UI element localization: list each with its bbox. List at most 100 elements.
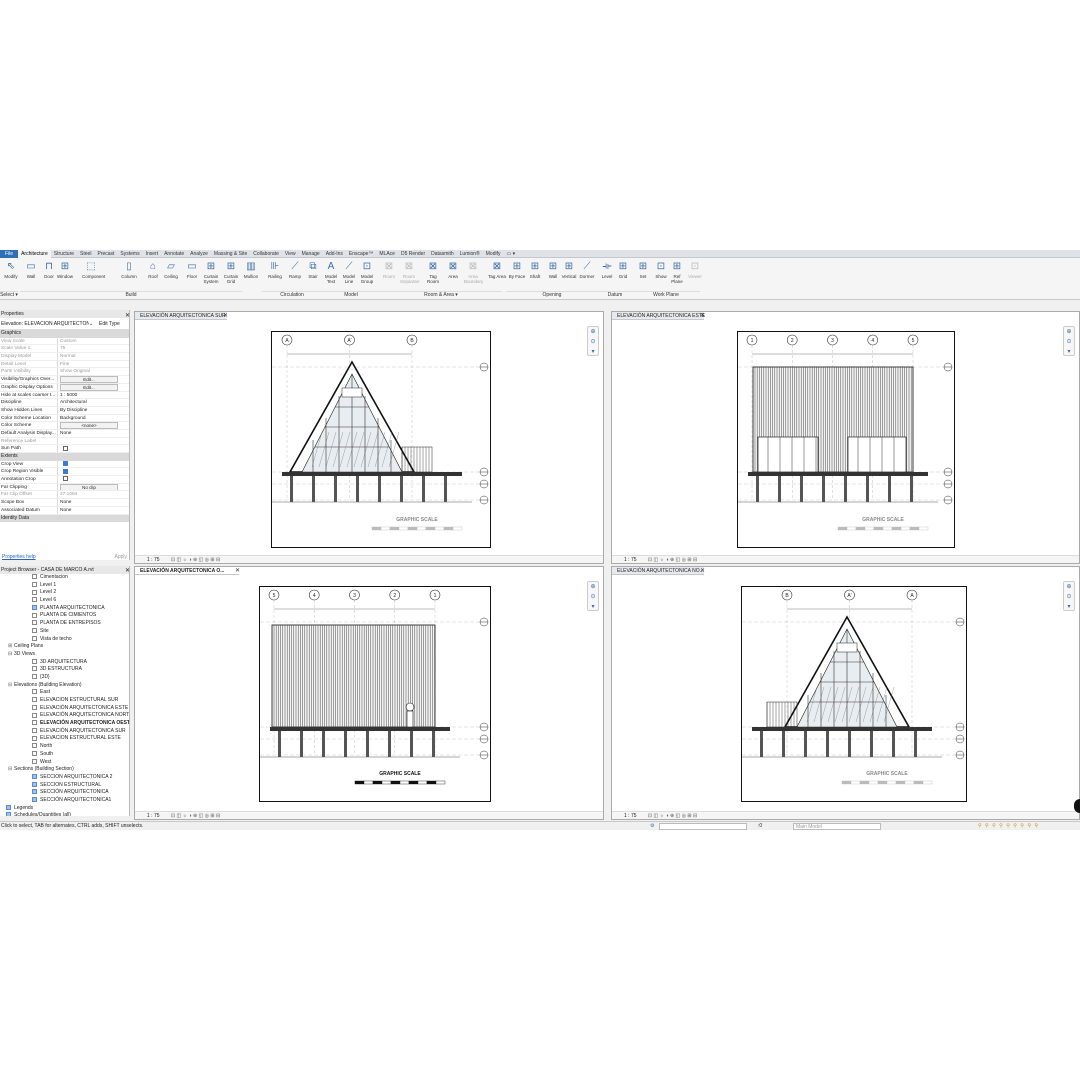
component-button[interactable]: ⬚ Component xyxy=(82,260,105,292)
property-button[interactable]: No clip xyxy=(60,483,118,491)
tab-collaborate[interactable]: Collaborate xyxy=(250,250,282,258)
property-row[interactable]: Scope Box None xyxy=(0,499,129,507)
section-identity-data[interactable]: Identity Data xyxy=(0,514,129,523)
tree-item[interactable]: 3D ARQUITECTURA xyxy=(0,659,129,667)
property-value[interactable]: None xyxy=(58,507,129,514)
property-value[interactable]: Show Original xyxy=(58,368,129,375)
tab-modify[interactable]: Modify xyxy=(483,250,504,258)
ref-plane-button[interactable]: ⊞ Ref Plane xyxy=(668,260,686,292)
close-icon[interactable]: ✕ xyxy=(700,312,705,320)
shaft-button[interactable]: ⊞ Shaft xyxy=(526,260,544,292)
tag-room-button[interactable]: ⊠ Tag Room xyxy=(424,260,442,292)
tree-item[interactable]: South xyxy=(0,751,129,759)
floating-button[interactable] xyxy=(1074,799,1080,813)
property-value[interactable] xyxy=(58,438,129,445)
property-value[interactable] xyxy=(58,476,129,483)
vertical-button[interactable]: ⊞ Vertical xyxy=(560,260,578,292)
navigation-bar[interactable]: ⊕ ⊙ ▾ xyxy=(587,581,599,611)
property-value[interactable]: 1 : 5000 xyxy=(58,392,129,399)
railing-button[interactable]: ⊪ Railing xyxy=(266,260,284,292)
property-row[interactable]: Sun Path xyxy=(0,445,129,453)
tree-item[interactable]: Site xyxy=(0,628,129,636)
view-control-icons[interactable]: ⊡ ◫ ☼ ◑ ⊕ ◱ ◎ ⊞ ⊟ xyxy=(647,557,697,563)
checkbox[interactable] xyxy=(63,460,68,466)
viewport-2[interactable]: ELEVACIÓN ARQUITECTONICA ESTE ✕ 1 : 75 ⊡ ◫… xyxy=(611,311,1080,564)
floor-button[interactable]: ▭ Floor xyxy=(183,260,201,292)
ceiling-button[interactable]: ▱ Ceiling xyxy=(162,260,180,292)
property-row[interactable]: Show Hidden Lines By Discipline xyxy=(0,406,129,415)
property-row[interactable]: Parts Visibility Show Original xyxy=(0,368,129,377)
model-group-button[interactable]: ⊡ Model Group xyxy=(358,260,376,292)
view-scale[interactable]: 1 : 75 xyxy=(147,557,160,563)
tree-item[interactable]: West xyxy=(0,759,129,767)
column-button[interactable]: ▯ Column xyxy=(120,260,138,292)
property-value[interactable]: <none> xyxy=(58,422,129,429)
tree-item[interactable]: East xyxy=(0,689,129,697)
curtain-grid-button[interactable]: ⊞ Curtain Grid xyxy=(222,260,240,292)
property-value[interactable] xyxy=(58,468,129,475)
tab-add-ins[interactable]: Add-Ins xyxy=(323,250,346,258)
tab-file[interactable]: File xyxy=(0,250,19,258)
tree-item[interactable]: North xyxy=(0,743,129,751)
property-row[interactable]: Reference Label xyxy=(0,437,129,446)
property-row[interactable]: Visibility/Graphics Over... Edit... xyxy=(0,376,129,384)
close-icon[interactable]: ✕ xyxy=(125,312,130,319)
tree-item[interactable]: 3D ESTRUCTURA xyxy=(0,666,129,674)
tab-massing-site[interactable]: Massing & Site xyxy=(211,250,250,258)
view-scale[interactable]: 1 : 75 xyxy=(624,813,637,819)
tree-item[interactable]: Cimentacion xyxy=(0,574,129,582)
room-separator-button[interactable]: ⊠ Room Separator xyxy=(400,260,420,292)
workset-field[interactable] xyxy=(659,823,747,830)
close-icon[interactable]: ✕ xyxy=(235,567,240,575)
area-boundary-button[interactable]: ⊠ Area Boundary xyxy=(464,260,483,292)
room-button[interactable]: ⊠ Room xyxy=(380,260,398,292)
chevron-down-icon[interactable]: ⌄ xyxy=(89,321,95,327)
property-row[interactable]: Color Scheme Location Background xyxy=(0,414,129,423)
view-scale[interactable]: 1 : 75 xyxy=(147,813,160,819)
section-extents[interactable]: Extents xyxy=(0,453,129,461)
property-row[interactable]: Crop Region Visible xyxy=(0,468,129,477)
property-value[interactable]: Custom xyxy=(58,338,129,345)
view-control-icons[interactable]: ⊡ ◫ ☼ ◑ ⊕ ◱ ◎ ⊞ ⊟ xyxy=(647,813,697,819)
tree-item[interactable]: Level 6 xyxy=(0,597,129,605)
tab-annotate[interactable]: Annotate xyxy=(161,250,187,258)
type-selector[interactable]: Elevation: ELEVACIÓN ARQUITECTONICA xyxy=(1,321,89,327)
property-row[interactable]: View Scale Custom xyxy=(0,337,129,346)
tree-item[interactable]: ELEVACIÓN ARQUITECTONICA SUR xyxy=(0,728,129,736)
navigation-bar[interactable]: ⊕ ⊙ ▾ xyxy=(587,326,599,356)
view-tab[interactable]: ELEVACIÓN ARQUITECTONICA ESTE xyxy=(612,312,705,320)
tab-datasmith[interactable]: Datasmith xyxy=(428,250,457,258)
viewport-4[interactable]: ELEVACIÓN ARQUITECTONICA NO... ✕ 1 : 75 ⊡ … xyxy=(611,566,1080,820)
tree-item[interactable]: ⊟ Elevations (Building Elevation) xyxy=(0,682,129,690)
property-row[interactable]: Annotation Crop xyxy=(0,476,129,484)
checkbox[interactable] xyxy=(63,468,68,474)
property-row[interactable]: Far Clip Offset 27.1084 xyxy=(0,491,129,500)
ramp-button[interactable]: ⟋ Ramp xyxy=(286,260,304,292)
tab-precast[interactable]: Precast xyxy=(94,250,117,258)
dormer-button[interactable]: ⟋ Dormer xyxy=(578,260,596,292)
section-graphics[interactable]: Graphics xyxy=(0,330,129,338)
tree-item[interactable]: SECCIÓN ARQUITECTONICA xyxy=(0,789,129,797)
tab-insert[interactable]: Insert xyxy=(143,250,162,258)
tree-item[interactable]: ELEVACION ESTRUCTURAL SUR xyxy=(0,697,129,705)
property-row[interactable]: Graphic Display Options Edit... xyxy=(0,383,129,392)
property-value[interactable]: None xyxy=(58,430,129,437)
property-value[interactable]: Background xyxy=(58,415,129,422)
tab-structure[interactable]: Structure xyxy=(51,250,77,258)
property-value[interactable]: None xyxy=(58,499,129,506)
tree-item[interactable]: SECCIÓN ARQUITECTONICA1 xyxy=(0,797,129,805)
tree-item[interactable]: ⊞ Ceiling Plans xyxy=(0,643,129,651)
tree-item[interactable]: ELEVACIÓN ARQUITECTONICA OESTE xyxy=(0,720,129,728)
property-value[interactable]: By Discipline xyxy=(58,407,129,414)
roof-button[interactable]: ⌂ Roof xyxy=(144,260,162,292)
tab-mlace[interactable]: MLAce xyxy=(376,250,398,258)
property-value[interactable]: Normal xyxy=(58,353,129,360)
set-button[interactable]: ⊞ Set xyxy=(634,260,652,292)
area-button[interactable]: ⊠ Area xyxy=(444,260,462,292)
view-tab[interactable]: ELEVACIÓN ARQUITECTONICA NO... xyxy=(612,567,704,575)
property-row[interactable]: Associated Datum None xyxy=(0,506,129,515)
property-value[interactable]: Edit... xyxy=(58,383,129,391)
properties-help-link[interactable]: Properties help xyxy=(2,554,36,561)
mullion-button[interactable]: ▥ Mullion xyxy=(242,260,260,292)
property-row[interactable]: Discipline Architectural xyxy=(0,399,129,407)
